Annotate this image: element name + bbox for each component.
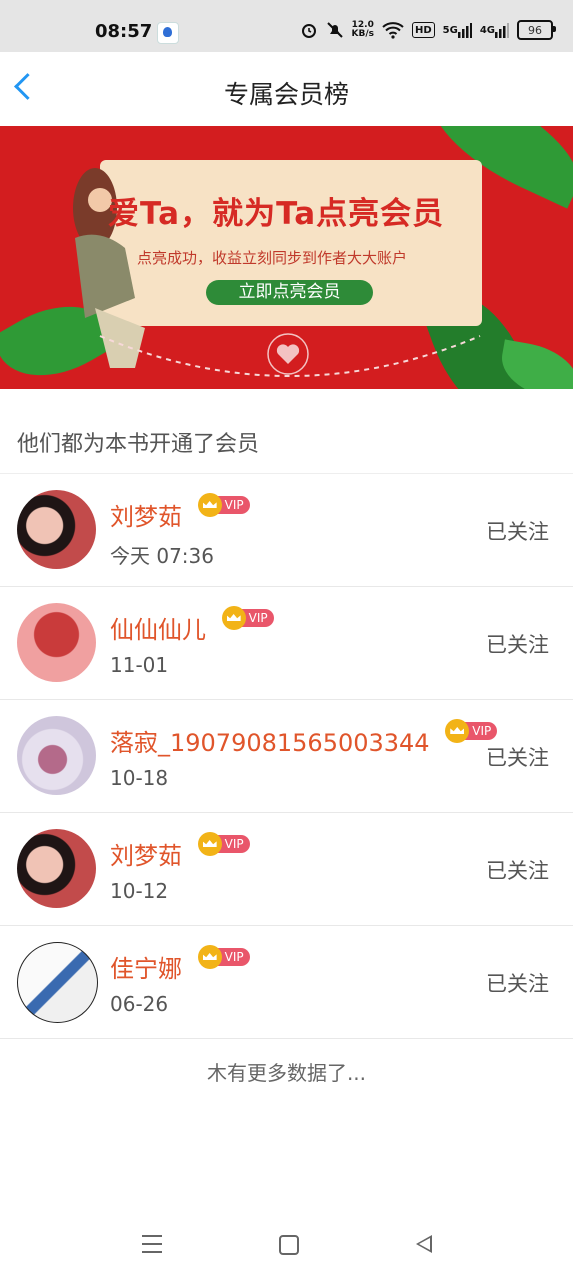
signal-5g-icon: 5G: [443, 21, 472, 39]
app-header: 专属会员榜: [0, 52, 573, 127]
baidu-app-icon: [157, 22, 179, 44]
avatar[interactable]: [17, 603, 96, 682]
crown-icon: [221, 606, 246, 630]
network-5g-label: 5G: [442, 24, 458, 36]
list-item[interactable]: 佳宁娜 VIP 06-26 已关注: [0, 926, 573, 1039]
vip-badge: VIP: [445, 719, 498, 743]
home-icon[interactable]: [279, 1235, 299, 1255]
member-name: 佳宁娜 VIP: [110, 945, 250, 984]
member-name: 刘梦茹 VIP: [110, 493, 250, 532]
menu-icon[interactable]: [142, 1235, 162, 1253]
crown-icon: [197, 945, 222, 969]
vip-badge: VIP: [197, 832, 250, 856]
battery-icon: 96: [517, 20, 556, 40]
status-icons: 12.0 KB/s HD 5G 4G 96: [300, 20, 556, 40]
member-name-text: 佳宁娜: [110, 955, 182, 983]
dashed-envelope-line: [99, 335, 481, 377]
list-item[interactable]: 刘梦茹 VIP 10-12 已关注: [0, 813, 573, 926]
vip-badge: VIP: [221, 606, 274, 630]
avatar[interactable]: [17, 829, 96, 908]
member-date: 10-18: [110, 766, 169, 790]
vip-badge: VIP: [197, 945, 250, 969]
follow-status-button[interactable]: 已关注: [486, 516, 549, 546]
member-name-text: 刘梦茹: [110, 842, 182, 870]
avatar[interactable]: [17, 716, 96, 795]
member-date: 10-12: [110, 879, 169, 903]
avatar[interactable]: [17, 942, 98, 1023]
system-nav-bar: [0, 1210, 573, 1280]
signal-4g-icon: 4G: [480, 21, 509, 39]
wifi-icon: [382, 21, 404, 39]
status-bar: 08:57 12.0 KB/s HD 5G 4G 96: [0, 0, 573, 52]
battery-level: 96: [528, 23, 542, 37]
banner-headline: 爱Ta，就为Ta点亮会员: [108, 196, 445, 232]
vip-badge: VIP: [197, 493, 250, 517]
banner-subtitle: 点亮成功，收益立刻同步到作者大大账户: [137, 249, 408, 267]
avatar[interactable]: [17, 490, 96, 569]
alarm-icon: [300, 21, 318, 39]
member-date: 11-01: [110, 653, 169, 677]
crown-icon: [197, 493, 222, 517]
promo-banner[interactable]: 爱Ta，就为Ta点亮会员 点亮成功，收益立刻同步到作者大大账户 立即点亮会员: [0, 126, 573, 389]
follow-status-button[interactable]: 已关注: [486, 855, 549, 885]
follow-status-button[interactable]: 已关注: [486, 742, 549, 772]
no-more-data-text: 木有更多数据了...: [206, 1061, 367, 1085]
list-item[interactable]: 仙仙仙儿 VIP 11-01 已关注: [0, 587, 573, 700]
list-item[interactable]: 落寂_19079081565003344 VIP 10-18 已关注: [0, 700, 573, 813]
status-time: 08:57: [95, 21, 153, 42]
mute-icon: [326, 21, 344, 39]
member-name: 仙仙仙儿 VIP: [110, 606, 274, 645]
member-name: 落寂_19079081565003344 VIP: [110, 719, 498, 758]
hd-icon: HD: [411, 22, 435, 38]
follow-status-button[interactable]: 已关注: [486, 968, 549, 998]
member-name: 刘梦茹 VIP: [110, 832, 250, 871]
crown-icon: [197, 832, 222, 856]
member-name-text: 刘梦茹: [110, 503, 182, 531]
list-item[interactable]: 刘梦茹 VIP 今天 07:36 已关注: [0, 474, 573, 587]
follow-status-button[interactable]: 已关注: [486, 629, 549, 659]
member-name-text: 仙仙仙儿: [110, 616, 206, 644]
member-date: 今天 07:36: [110, 544, 214, 568]
member-name-text: 落寂_19079081565003344: [110, 729, 430, 757]
network-speed: 12.0 KB/s: [351, 20, 374, 39]
member-list: 刘梦茹 VIP 今天 07:36 已关注 仙仙仙儿 VIP 11-01 已关注 …: [0, 474, 573, 1039]
section-header: 他们都为本书开通了会员: [0, 389, 573, 474]
section-title: 他们都为本书开通了会员: [17, 432, 260, 457]
page-title: 专属会员榜: [223, 80, 349, 109]
member-date: 06-26: [110, 992, 169, 1016]
back-triangle-icon[interactable]: [416, 1235, 432, 1253]
network-4g-label: 4G: [479, 24, 495, 36]
